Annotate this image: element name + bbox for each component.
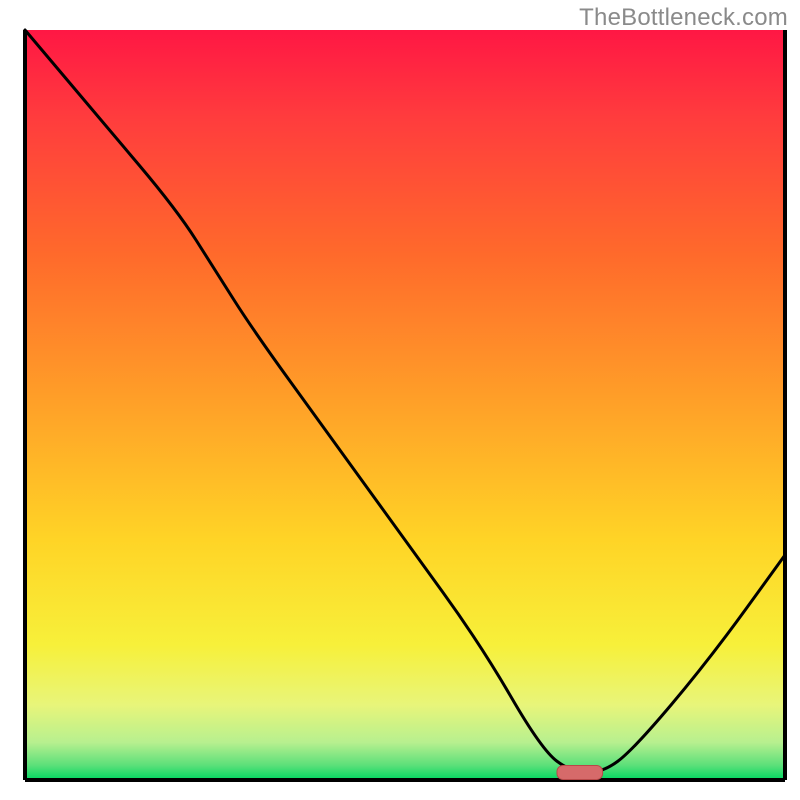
gradient-background xyxy=(25,30,785,780)
optimal-marker xyxy=(557,766,603,780)
bottleneck-chart xyxy=(0,0,800,800)
chart-container: TheBottleneck.com xyxy=(0,0,800,800)
watermark-text: TheBottleneck.com xyxy=(579,4,788,32)
